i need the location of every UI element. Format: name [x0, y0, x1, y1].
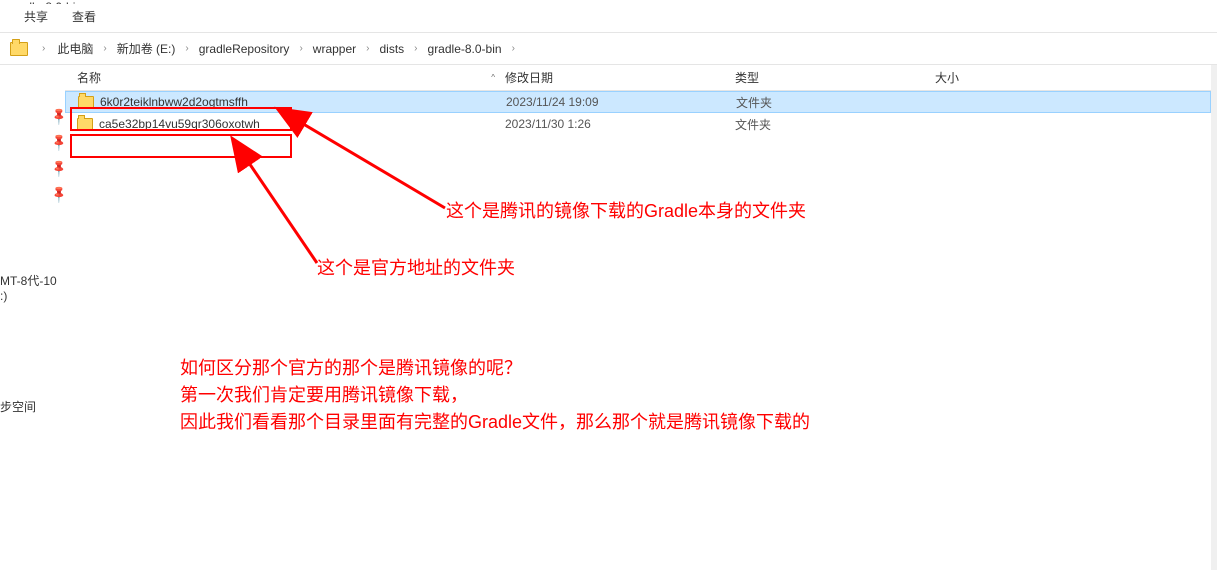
folder-icon: [78, 96, 94, 108]
table-row[interactable]: ca5e32bp14vu59qr306oxotwh 2023/11/30 1:2…: [65, 113, 1211, 135]
table-row[interactable]: 6k0r2teiklnbww2d2ogtmsffh 2023/11/24 19:…: [65, 91, 1211, 113]
sidebar: 📌 📌 📌 📌 MT-8代-10 :) 步空间: [0, 65, 65, 570]
column-name[interactable]: 名称 ^: [65, 69, 505, 86]
menubar: 共享 查看: [0, 4, 1217, 28]
file-name: 6k0r2teiklnbww2d2ogtmsffh: [100, 95, 248, 109]
chevron-right-icon: ›: [410, 43, 421, 54]
breadcrumb-current[interactable]: gradle-8.0-bin: [424, 40, 506, 58]
column-type[interactable]: 类型: [735, 69, 935, 86]
sidebar-label-mt[interactable]: MT-8代-10 :): [0, 272, 65, 303]
menu-share[interactable]: 共享: [24, 8, 48, 25]
file-list-area: 名称 ^ 修改日期 类型 大小 6k0r2teiklnbww2d2ogtmsff…: [65, 65, 1211, 570]
column-size[interactable]: 大小: [935, 69, 1035, 86]
file-date: 2023/11/30 1:26: [505, 117, 735, 131]
chevron-right-icon: ›: [181, 43, 192, 54]
up-folder-icon[interactable]: [10, 42, 28, 56]
pathbar: › 此电脑 › 新加卷 (E:) › gradleRepository › wr…: [0, 33, 1217, 65]
chevron-right-icon: ›: [38, 43, 49, 54]
sort-indicator-icon: ^: [491, 73, 495, 82]
breadcrumb-drive[interactable]: 新加卷 (E:): [113, 38, 180, 59]
sidebar-label-sync[interactable]: 步空间: [0, 398, 65, 415]
folder-icon: [77, 118, 93, 130]
menu-view[interactable]: 查看: [72, 8, 96, 25]
breadcrumb-dists[interactable]: dists: [375, 40, 408, 58]
breadcrumb-wrapper[interactable]: wrapper: [309, 40, 360, 58]
file-type: 文件夹: [736, 94, 936, 111]
file-date: 2023/11/24 19:09: [506, 95, 736, 109]
breadcrumb-repo[interactable]: gradleRepository: [195, 40, 294, 58]
scrollbar[interactable]: [1211, 65, 1217, 570]
chevron-right-icon: ›: [508, 43, 519, 54]
chevron-right-icon: ›: [362, 43, 373, 54]
column-date[interactable]: 修改日期: [505, 69, 735, 86]
breadcrumb-this-pc[interactable]: 此电脑: [53, 38, 97, 59]
chevron-right-icon: ›: [295, 43, 306, 54]
file-name: ca5e32bp14vu59qr306oxotwh: [99, 117, 260, 131]
column-headers: 名称 ^ 修改日期 类型 大小: [65, 65, 1211, 91]
chevron-right-icon: ›: [99, 43, 110, 54]
breadcrumb: 此电脑 › 新加卷 (E:) › gradleRepository › wrap…: [53, 38, 519, 59]
file-type: 文件夹: [735, 116, 935, 133]
